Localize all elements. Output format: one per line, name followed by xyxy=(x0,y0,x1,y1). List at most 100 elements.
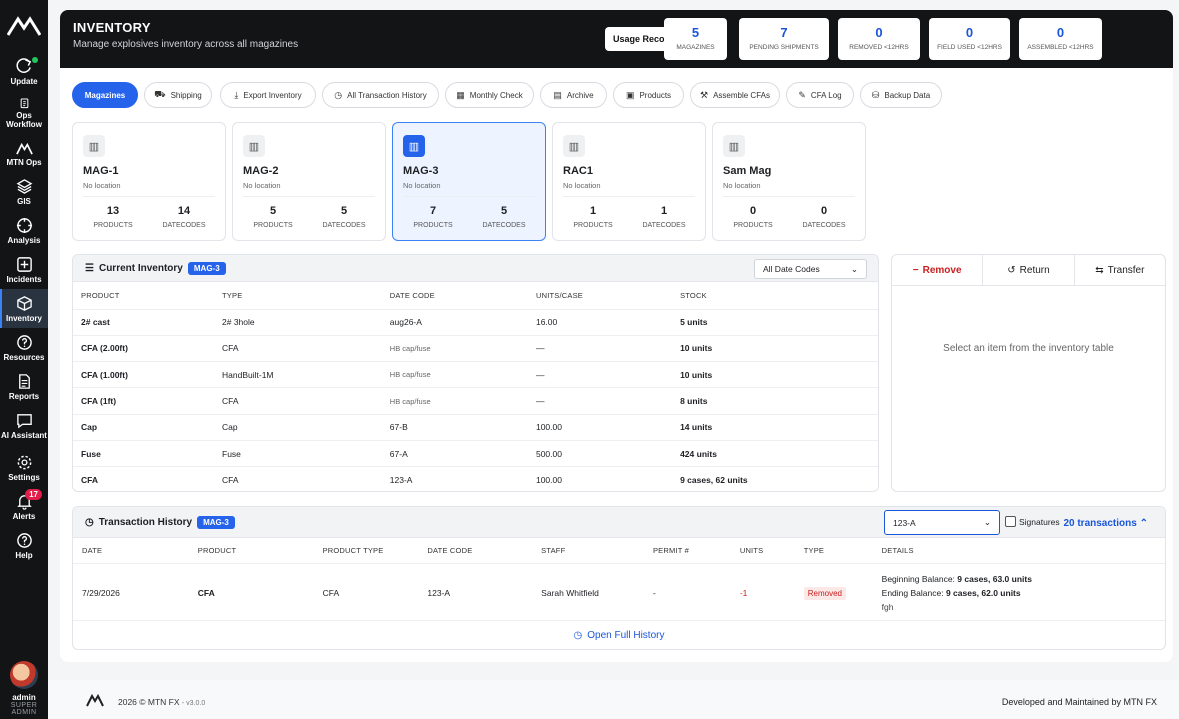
table-row[interactable]: Cap Cap 67-B 100.00 14 units xyxy=(73,413,878,441)
table-cell: CFA xyxy=(73,466,215,491)
tab-label: Monthly Check xyxy=(469,90,523,100)
magazine-location: No location xyxy=(723,181,761,190)
magazine-card-mag-3[interactable]: ▥ MAG-3 No location 7 PRODUCTS 5 DATECOD… xyxy=(392,122,546,241)
table-cell: 123-A xyxy=(381,466,528,491)
sidebar-item-alerts[interactable]: Alerts 17 xyxy=(0,487,48,526)
datecodes-label: DATECODES xyxy=(162,222,206,229)
stat-value: 5 xyxy=(691,25,700,40)
datecodes-count: 14 xyxy=(177,205,191,217)
sidebar-item-gis[interactable]: GIS xyxy=(0,172,48,211)
end-value: 9 cases, 62.0 units xyxy=(945,587,1021,598)
sidebar-item-update[interactable]: Update xyxy=(0,52,48,91)
magazine-location: No location xyxy=(83,181,121,190)
transaction-history-panel: ◷ Transaction History MAG-3 123-A ⌄ Sign… xyxy=(72,506,1166,650)
history-date-code-select[interactable]: 123-A ⌄ xyxy=(884,510,1000,535)
sidebar-item-ai-assistant[interactable]: AI Assistant xyxy=(0,406,48,448)
column-header: PRODUCT xyxy=(197,545,237,555)
products-label: PRODUCTS xyxy=(733,222,773,229)
remove-tab[interactable]: − Remove xyxy=(892,255,984,285)
building-icon: ▥ xyxy=(243,135,265,157)
table-cell: 5 units xyxy=(672,308,878,336)
tab-magazines[interactable]: Magazines xyxy=(72,82,138,108)
stat-card-removed-12hrs[interactable]: 0 Removed <12hrs xyxy=(838,18,920,60)
table-cell: HandBuilt-1M xyxy=(214,361,382,388)
table-cell: 100.00 xyxy=(527,466,673,491)
stat-card-assembled-12hrs[interactable]: 0 Assembled <12hrs xyxy=(1019,18,1102,60)
table-row[interactable]: CFA (2.00ft) CFA HB cap/fuse —10 units xyxy=(73,334,878,362)
sidebar-item-help[interactable]: Help xyxy=(0,526,48,565)
stat-label: Removed <12hrs xyxy=(849,44,909,51)
table-cell: 100.00 xyxy=(527,413,673,441)
end-label: Ending Balance: xyxy=(881,587,944,598)
datecodes-label: DATECODES xyxy=(642,222,686,229)
products-stat: 7 PRODUCTS xyxy=(398,205,468,229)
magazine-card-sam-mag[interactable]: ▥ Sam Mag No location 0 PRODUCTS 0 DATEC… xyxy=(712,122,866,241)
magazine-card-mag-1[interactable]: ▥ MAG-1 No location 13 PRODUCTS 14 DATEC… xyxy=(72,122,226,241)
sidebar-item-reports[interactable]: Reports xyxy=(0,367,48,406)
status-dot xyxy=(32,57,38,63)
sidebar-item-mtn-ops[interactable]: MTN Ops xyxy=(0,133,48,172)
tab-export-inventory[interactable]: ⤓ Export Inventory xyxy=(220,82,316,108)
sidebar-item-ops-workflow[interactable]: Ops Workflow xyxy=(0,91,48,133)
tab-archive[interactable]: ▤ Archive xyxy=(540,82,607,108)
table-cell: CFA xyxy=(214,466,382,491)
products-label: PRODUCTS xyxy=(413,222,453,229)
alert-count-badge: 17 xyxy=(25,489,42,500)
table-row[interactable]: CFA (1.00ft) HandBuilt-1M HB cap/fuse —10 u… xyxy=(73,361,878,388)
sidebar-item-resources[interactable]: Resources xyxy=(0,328,48,367)
cell-type: Removed xyxy=(794,562,873,622)
tab-monthly-check[interactable]: ▦ Monthly Check xyxy=(445,82,534,108)
inventory-table: PRODUCT TYPE DATE CODE UNITS/CASE STOCK 2# c… xyxy=(73,282,878,491)
sidebar-item-inventory[interactable]: Inventory xyxy=(0,289,48,328)
table-cell: Cap xyxy=(214,413,382,441)
table-row[interactable]: Fuse Fuse 67-A 500.00 424 units xyxy=(73,439,878,467)
tab-assemble-cfas[interactable]: ⚒ Assemble CFAs xyxy=(690,82,780,108)
date-code-filter[interactable]: All Date Codes ⌄ xyxy=(754,259,867,279)
cell-product: CFA xyxy=(188,562,314,622)
sidebar-item-analysis[interactable]: Analysis xyxy=(0,211,48,250)
table-row[interactable]: CFA CFA 123-A 100.00 9 cases, 62 units xyxy=(73,466,878,491)
datecodes-count: 5 xyxy=(340,205,348,217)
open-full-history-link[interactable]: ◷ Open Full History xyxy=(73,620,1165,649)
stat-card-magazines[interactable]: 5 Magazines xyxy=(664,18,727,60)
table-cell: CFA (2.00ft) xyxy=(73,334,215,362)
table-row[interactable]: 7/29/2026 CFA CFA 123-A Sarah Whitfield … xyxy=(73,562,1165,622)
removed-badge: Removed xyxy=(803,586,846,600)
datecodes-stat: 14 DATECODES xyxy=(149,205,219,229)
tab-cfa-log[interactable]: ✎ CFA Log xyxy=(786,82,854,108)
tab-icon: ⛁ xyxy=(871,89,880,100)
table-row[interactable]: 2# cast 2# 3hole aug26-A 16.00 5 units xyxy=(73,308,878,336)
cell-permit: - xyxy=(643,562,731,622)
open-full-history-label: Open Full History xyxy=(587,629,665,641)
tab-products[interactable]: ▣ Products xyxy=(613,82,684,108)
table-row[interactable]: CFA (1ft) CFA HB cap/fuse —8 units xyxy=(73,387,878,415)
column-header: UNITS xyxy=(739,545,764,555)
cell-units: -1 xyxy=(730,562,795,622)
transfer-icon: ⇆ xyxy=(1095,264,1104,276)
sidebar: Update Ops Workflow MTN Ops GIS Analysis… xyxy=(0,0,48,719)
app-logo[interactable] xyxy=(0,0,48,52)
table-cell: Cap xyxy=(73,413,215,441)
stat-card-pending-shipments[interactable]: 7 Pending Shipments xyxy=(739,18,829,60)
crosshair-icon xyxy=(16,217,32,234)
inventory-action-panel: − Remove ↺ Return ⇆ Transfer Select an item… xyxy=(891,254,1166,492)
table-cell: CFA (1ft) xyxy=(73,387,215,415)
signatures-toggle[interactable]: Signatures xyxy=(1005,516,1060,527)
user-profile[interactable]: admin SUPER ADMIN xyxy=(0,661,48,719)
transfer-tab[interactable]: ⇆ Transfer xyxy=(1075,255,1165,285)
return-tab[interactable]: ↺ Return xyxy=(983,255,1075,285)
tab-all-transaction-history[interactable]: ◷ All Transaction History xyxy=(322,82,439,108)
tab-backup-data[interactable]: ⛁ Backup Data xyxy=(860,82,942,108)
column-header: DATE CODE xyxy=(389,290,435,300)
table-cell: CFA (1.00ft) xyxy=(73,361,215,388)
sidebar-item-incidents[interactable]: Incidents xyxy=(0,250,48,289)
magazine-card-mag-2[interactable]: ▥ MAG-2 No location 5 PRODUCTS 5 DATECOD… xyxy=(232,122,386,241)
signatures-checkbox[interactable] xyxy=(1005,516,1016,527)
table-cell: 424 units xyxy=(672,439,878,467)
stat-card-field-used-12hrs[interactable]: 0 Field Used <12hrs xyxy=(929,18,1010,60)
transaction-count-toggle[interactable]: 20 transactions ⌃ xyxy=(1063,518,1148,529)
magazine-card-rac1[interactable]: ▥ RAC1 No location 1 PRODUCTS 1 DATECODE… xyxy=(552,122,706,241)
stat-value: 7 xyxy=(780,25,788,40)
tab-shipping[interactable]: ⛟ Shipping xyxy=(144,82,212,108)
sidebar-item-settings[interactable]: Settings xyxy=(0,448,48,487)
